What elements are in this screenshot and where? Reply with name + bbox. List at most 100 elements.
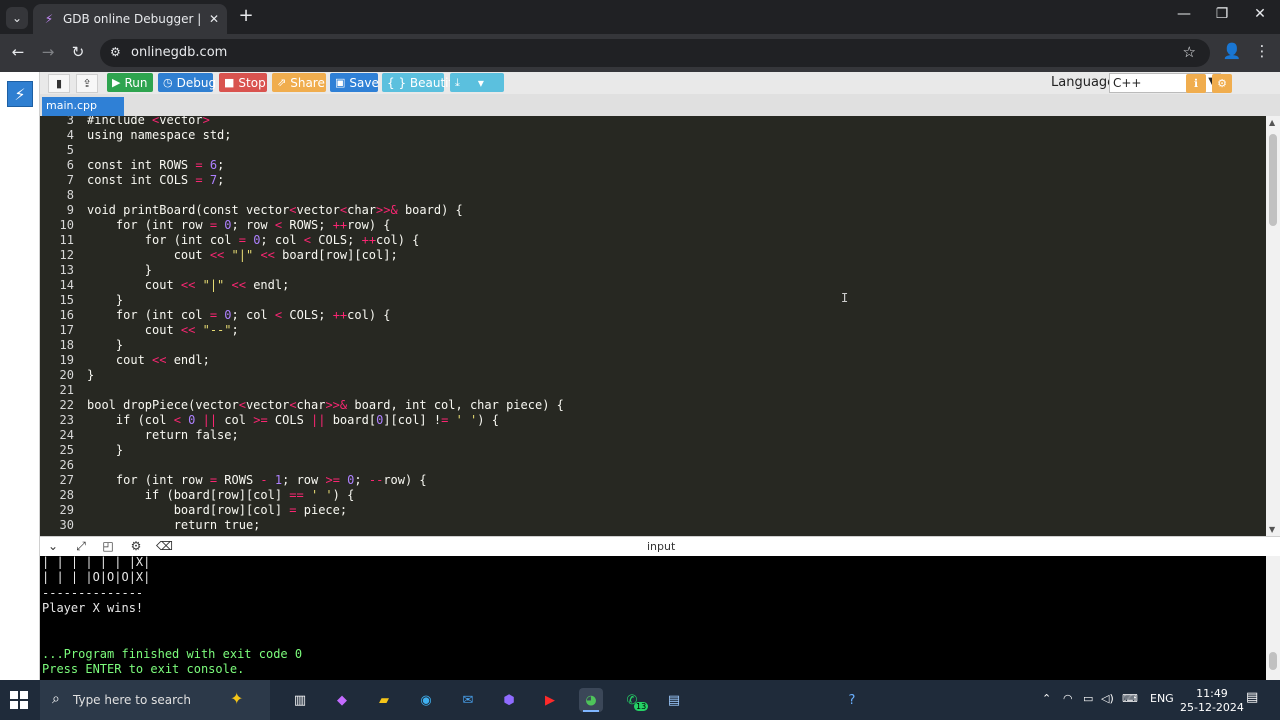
- code-line[interactable]: 26: [40, 458, 1266, 473]
- code-line[interactable]: 4 using namespace std;: [40, 128, 1266, 143]
- tray-chevron-up-icon[interactable]: ⌃: [1042, 692, 1051, 705]
- clear-console-icon[interactable]: ⌫: [156, 539, 173, 553]
- code-line[interactable]: 6 const int ROWS = 6;: [40, 158, 1266, 173]
- close-window-icon[interactable]: ✕: [1248, 6, 1272, 22]
- tab-search-chevron-icon[interactable]: ⌄: [6, 7, 28, 29]
- editor-scroll-thumb[interactable]: [1269, 134, 1277, 226]
- code-line[interactable]: 20}: [40, 368, 1266, 383]
- download-button[interactable]: ⤓ ▾: [450, 73, 504, 92]
- terminal-app-icon[interactable]: ▤: [662, 688, 686, 712]
- file-tab-main-cpp[interactable]: main.cpp: [42, 97, 124, 116]
- maximize-icon[interactable]: ❐: [1210, 6, 1234, 22]
- url-text[interactable]: onlinegdb.com: [131, 45, 227, 60]
- layout-icon[interactable]: ◰: [100, 539, 116, 553]
- code-line[interactable]: 30 return true;: [40, 518, 1266, 533]
- mail-icon[interactable]: ✉: [456, 688, 480, 712]
- wifi-icon[interactable]: ◠: [1063, 692, 1073, 705]
- code-line[interactable]: 9 void printBoard(const vector<vector<cha…: [40, 203, 1266, 218]
- code-line[interactable]: 7 const int COLS = 7;: [40, 173, 1266, 188]
- line-number: 25: [59, 443, 74, 457]
- site-info-icon[interactable]: ⚙: [110, 45, 121, 59]
- save-button[interactable]: ▣ Save: [330, 73, 379, 92]
- run-button[interactable]: ▶ Run: [107, 73, 153, 92]
- output-settings-gear-icon[interactable]: ⚙: [128, 539, 144, 553]
- new-tab-button[interactable]: +: [236, 7, 256, 27]
- back-arrow-icon[interactable]: ←: [8, 43, 28, 61]
- clock[interactable]: 11:49 25-12-2024: [1180, 687, 1244, 715]
- code-line[interactable]: 14 cout << "|" << endl;: [40, 278, 1266, 293]
- profile-icon[interactable]: 👤: [1222, 42, 1242, 60]
- browser-tab-gdb[interactable]: ⚡ GDB online Debugger | Compile ✕: [33, 4, 227, 34]
- keyboard-icon[interactable]: ⌨: [1122, 692, 1138, 705]
- code-line[interactable]: 15 }: [40, 293, 1266, 308]
- code-editor[interactable]: I 3 #include <vector> 4 using namespace std…: [40, 116, 1266, 536]
- app-purple-icon[interactable]: ⬢: [497, 688, 521, 712]
- stop-button[interactable]: ■ Stop: [219, 73, 267, 92]
- line-number: 22: [59, 398, 74, 412]
- forward-arrow-icon[interactable]: →: [38, 43, 58, 61]
- code-line[interactable]: 29 board[row][col] = piece;: [40, 503, 1266, 518]
- scroll-down-icon[interactable]: ▼: [1269, 525, 1275, 534]
- code-text: if (board[row][col] == ' ') {: [87, 488, 355, 502]
- share-button[interactable]: ⇗ Share: [272, 73, 326, 92]
- new-file-icon[interactable]: ▮: [48, 74, 70, 93]
- volume-icon[interactable]: ◁): [1101, 692, 1114, 705]
- reload-icon[interactable]: ↻: [68, 43, 88, 61]
- upload-icon[interactable]: ⇪: [76, 74, 98, 93]
- minimize-icon[interactable]: —: [1172, 6, 1196, 22]
- code-line[interactable]: 13 }: [40, 263, 1266, 278]
- settings-gear-icon[interactable]: ⚙: [1212, 74, 1232, 93]
- info-icon[interactable]: ℹ: [1186, 74, 1206, 93]
- output-console[interactable]: | | | | | | |X| | | | |O|O|O|X| ----------…: [40, 556, 1266, 680]
- code-text: if (col < 0 || col >= COLS || board[0][c…: [87, 413, 499, 427]
- address-bar[interactable]: ⚙ onlinegdb.com ☆: [100, 39, 1210, 67]
- code-line[interactable]: 25 }: [40, 443, 1266, 458]
- code-line[interactable]: 3 #include <vector>: [40, 116, 1266, 128]
- debug-button[interactable]: ◷ Debug: [158, 73, 216, 92]
- whatsapp-icon[interactable]: ✆ 13: [620, 688, 649, 712]
- expand-icon[interactable]: ⤢: [73, 539, 89, 554]
- taskbar-search[interactable]: ⌕ Type here to search ✦: [40, 680, 270, 720]
- tab-close-icon[interactable]: ✕: [209, 12, 219, 26]
- line-number: 10: [59, 218, 74, 232]
- console-scroll-thumb[interactable]: [1269, 652, 1277, 670]
- console-scrollbar[interactable]: [1266, 556, 1280, 680]
- editor-scrollbar[interactable]: ▲ ▼: [1266, 116, 1280, 536]
- help-icon[interactable]: ?: [840, 688, 864, 712]
- code-line[interactable]: 19 cout << endl;: [40, 353, 1266, 368]
- language-indicator[interactable]: ENG: [1150, 692, 1174, 705]
- code-line[interactable]: 12 cout << "|" << board[row][col];: [40, 248, 1266, 263]
- task-view-icon[interactable]: ▥: [288, 688, 312, 712]
- menu-kebab-icon[interactable]: ⋮: [1252, 42, 1272, 60]
- app-toolbar: ▮ ⇪ ▶ Run ◷ Debug ■ Stop ⇗ Share ▣ Save { } B…: [40, 72, 1280, 94]
- windows-start-icon[interactable]: [10, 691, 28, 709]
- code-line[interactable]: 27 for (int row = ROWS - 1; row >= 0; --…: [40, 473, 1266, 488]
- code-text: cout << "|" << board[row][col];: [87, 248, 398, 262]
- code-line[interactable]: 24 return false;: [40, 428, 1266, 443]
- code-line[interactable]: 11 for (int col = 0; col < COLS; ++col) …: [40, 233, 1266, 248]
- collapse-chevron-icon[interactable]: ⌄: [45, 539, 61, 553]
- bookmark-star-icon[interactable]: ☆: [1183, 43, 1196, 61]
- code-line[interactable]: 28 if (board[row][col] == ' ') {: [40, 488, 1266, 503]
- beautify-button[interactable]: { } Beautify: [382, 73, 460, 92]
- chrome-icon[interactable]: ◕: [579, 688, 603, 712]
- scroll-up-icon[interactable]: ▲: [1269, 118, 1275, 127]
- sidebar-toggle-bolt-icon[interactable]: ⚡: [7, 81, 33, 107]
- code-line[interactable]: 16 for (int col = 0; col < COLS; ++col) …: [40, 308, 1266, 323]
- code-line[interactable]: 23 if (col < 0 || col >= COLS || board[0…: [40, 413, 1266, 428]
- file-explorer-icon[interactable]: ▰: [372, 688, 396, 712]
- code-line[interactable]: 5: [40, 143, 1266, 158]
- code-line[interactable]: 8: [40, 188, 1266, 203]
- beautify-label: { } Beautify: [387, 75, 460, 90]
- code-line[interactable]: 21: [40, 383, 1266, 398]
- code-line[interactable]: 17 cout << "--";: [40, 323, 1266, 338]
- code-line[interactable]: 18 }: [40, 338, 1266, 353]
- notifications-icon[interactable]: ▤: [1246, 690, 1258, 705]
- battery-icon[interactable]: ▭: [1083, 692, 1093, 705]
- youtube-icon[interactable]: ▶: [538, 688, 562, 712]
- copilot-icon[interactable]: ◆: [330, 688, 354, 712]
- code-line[interactable]: 22 bool dropPiece(vector<vector<char>>& b…: [40, 398, 1266, 413]
- code-text: for (int col = 0; col < COLS; ++col) {: [87, 308, 391, 322]
- code-line[interactable]: 10 for (int row = 0; row < ROWS; ++row) …: [40, 218, 1266, 233]
- edge-icon[interactable]: ◉: [414, 688, 438, 712]
